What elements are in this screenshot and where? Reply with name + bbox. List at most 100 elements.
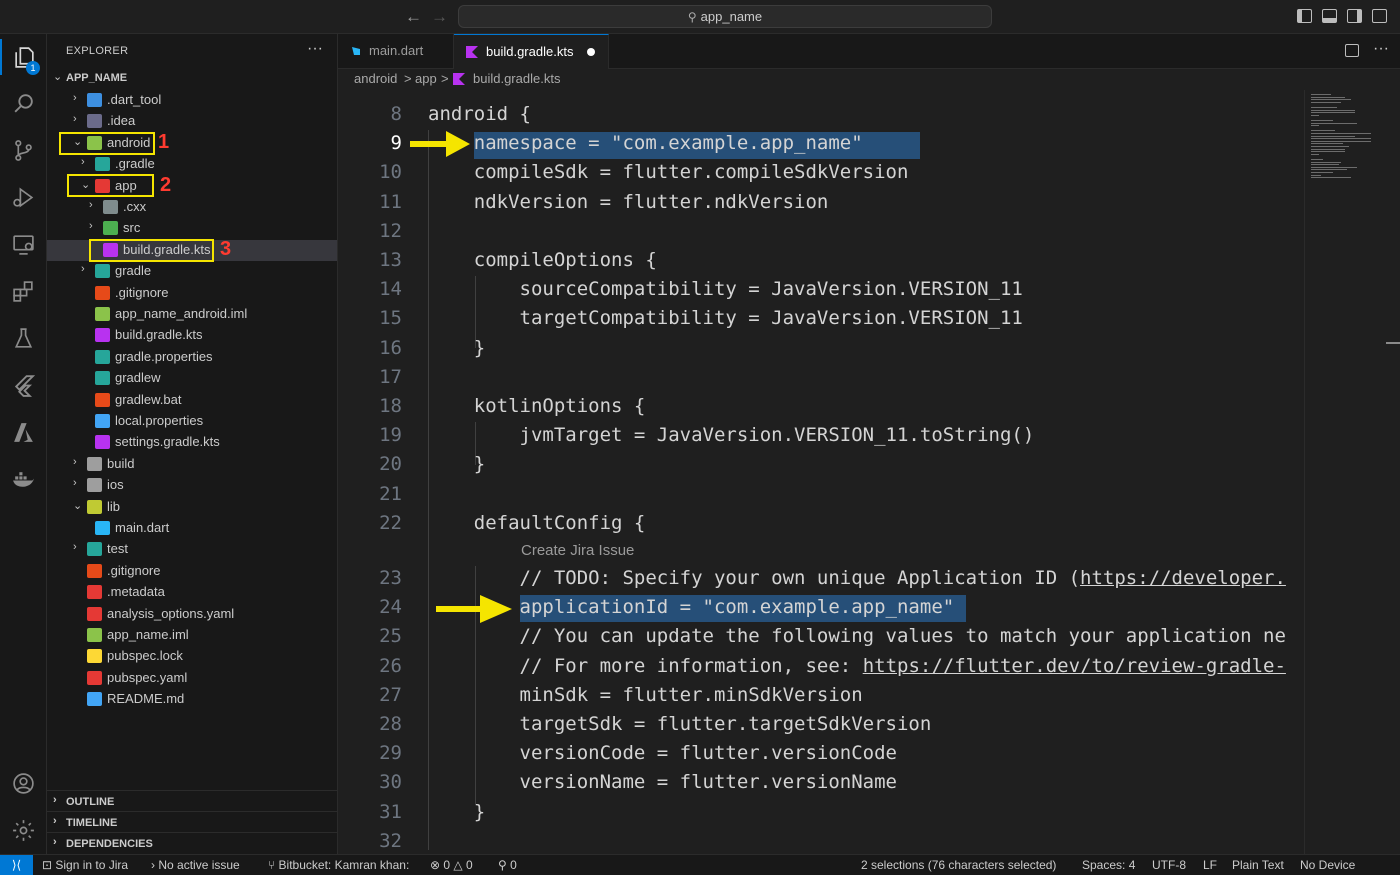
customize-layout-icon[interactable]: [1372, 9, 1387, 23]
code-line[interactable]: versionName = flutter.versionName: [428, 771, 898, 793]
back-arrow-icon[interactable]: ←: [405, 7, 422, 27]
device-status[interactable]: No Device: [1300, 858, 1355, 872]
code-line[interactable]: ndkVersion = flutter.ndkVersion: [428, 191, 829, 213]
tree-item[interactable]: main.dart: [47, 518, 337, 539]
remote-indicator[interactable]: ⟩⟨: [0, 855, 33, 875]
testing-icon[interactable]: [0, 320, 47, 356]
code-line[interactable]: compileOptions {: [428, 249, 657, 271]
editor-more-actions-icon[interactable]: ···: [1373, 40, 1389, 58]
tab-build-gradle-kts[interactable]: build.gradle.kts: [454, 34, 609, 69]
problems-status[interactable]: ⊗ 0 △ 0: [430, 858, 473, 872]
manage-gear-icon[interactable]: [0, 812, 47, 848]
ports-status[interactable]: ⚲ 0: [498, 858, 517, 872]
tree-item[interactable]: gradlew.bat: [47, 390, 337, 411]
toggle-primary-sidebar-icon[interactable]: [1297, 9, 1312, 23]
remote-explorer-icon[interactable]: [0, 226, 47, 262]
code-line[interactable]: // For more information, see: https://fl…: [428, 655, 1286, 677]
code-line[interactable]: sourceCompatibility = JavaVersion.VERSIO…: [428, 278, 1023, 300]
code-link[interactable]: https://developer.: [1080, 567, 1286, 589]
extensions-icon[interactable]: [0, 273, 47, 309]
code-editor[interactable]: 8 android {9 namespace = "com.example.app…: [338, 90, 1400, 854]
code-line[interactable]: // TODO: Specify your own unique Applica…: [428, 567, 1286, 589]
tree-item[interactable]: analysis_options.yaml: [47, 604, 337, 625]
tree-item[interactable]: › .cxx: [47, 197, 337, 218]
tree-item[interactable]: › .dart_tool: [47, 90, 337, 111]
code-line[interactable]: applicationId = "com.example.app_name": [428, 596, 955, 618]
eol-status[interactable]: LF: [1203, 858, 1217, 872]
tree-item[interactable]: › test: [47, 539, 337, 560]
breadcrumb-android[interactable]: android: [354, 71, 397, 86]
tree-item[interactable]: .gitignore: [47, 283, 337, 304]
code-line[interactable]: targetCompatibility = JavaVersion.VERSIO…: [428, 307, 1023, 329]
tree-item[interactable]: .gitignore: [47, 561, 337, 582]
code-line[interactable]: // You can update the following values t…: [428, 625, 1286, 647]
code-line[interactable]: compileSdk = flutter.compileSdkVersion: [428, 161, 909, 183]
docker-icon[interactable]: [0, 461, 47, 497]
tree-item[interactable]: .metadata: [47, 582, 337, 603]
tree-item[interactable]: build.gradle.kts: [47, 239, 337, 261]
code-line[interactable]: namespace = "com.example.app_name": [428, 132, 863, 154]
workspace-root[interactable]: ⌄ APP_NAME: [47, 68, 337, 89]
dependencies-section[interactable]: › DEPENDENCIES: [47, 832, 337, 853]
indentation-status[interactable]: Spaces: 4: [1082, 858, 1135, 872]
tree-item[interactable]: ⌄ app: [47, 176, 337, 197]
encoding-status[interactable]: UTF-8: [1152, 858, 1186, 872]
tree-item[interactable]: local.properties: [47, 411, 337, 432]
more-actions-icon[interactable]: ···: [307, 40, 323, 58]
tree-item[interactable]: › .idea: [47, 111, 337, 132]
breadcrumb-app[interactable]: app: [415, 71, 437, 86]
run-debug-icon[interactable]: [0, 179, 47, 215]
tree-item[interactable]: pubspec.yaml: [47, 668, 337, 689]
tree-item[interactable]: › src: [47, 218, 337, 239]
code-line[interactable]: }: [428, 453, 485, 475]
toggle-panel-icon[interactable]: [1322, 9, 1337, 23]
codelens-create-jira-issue[interactable]: Create Jira Issue: [521, 542, 634, 559]
bitbucket-status[interactable]: ⑂ Bitbucket: Kamran khan:: [268, 858, 409, 872]
tree-item[interactable]: › build: [47, 454, 337, 475]
tree-item[interactable]: › gradle: [47, 261, 337, 282]
tree-item[interactable]: ⌄ android: [47, 133, 337, 154]
tree-item[interactable]: gradle.properties: [47, 347, 337, 368]
timeline-section[interactable]: › TIMELINE: [47, 811, 337, 832]
code-line[interactable]: }: [428, 801, 485, 823]
minimap[interactable]: [1304, 90, 1386, 854]
search-activity-icon[interactable]: [0, 85, 47, 121]
accounts-icon[interactable]: [0, 765, 47, 801]
code-line[interactable]: minSdk = flutter.minSdkVersion: [428, 684, 863, 706]
tree-item[interactable]: pubspec.lock: [47, 646, 337, 667]
toggle-secondary-sidebar-icon[interactable]: [1347, 9, 1362, 23]
scrollbar-marker[interactable]: [1386, 342, 1400, 344]
tree-item[interactable]: settings.gradle.kts: [47, 432, 337, 453]
code-line[interactable]: kotlinOptions {: [428, 395, 646, 417]
azure-icon[interactable]: [0, 414, 47, 450]
tab-main-dart[interactable]: main.dart: [338, 34, 454, 69]
tree-item[interactable]: › ios: [47, 475, 337, 496]
tree-item[interactable]: ⌄ lib: [47, 497, 337, 518]
code-line[interactable]: }: [428, 337, 485, 359]
breadcrumb-file[interactable]: build.gradle.kts: [473, 71, 560, 86]
explorer-activity-icon[interactable]: 1: [0, 39, 47, 75]
flutter-icon[interactable]: [0, 367, 47, 403]
jira-issue[interactable]: › No active issue: [151, 858, 240, 872]
source-control-icon[interactable]: [0, 132, 47, 168]
tree-item[interactable]: › .gradle: [47, 154, 337, 175]
split-editor-icon[interactable]: [1345, 44, 1359, 57]
tree-item[interactable]: gradlew: [47, 368, 337, 389]
code-line[interactable]: jvmTarget = JavaVersion.VERSION_11.toStr…: [428, 424, 1035, 446]
tree-item[interactable]: app_name.iml: [47, 625, 337, 646]
code-line[interactable]: defaultConfig {: [428, 512, 646, 534]
unsaved-dot-icon[interactable]: [587, 48, 595, 56]
code-line[interactable]: android {: [428, 103, 531, 125]
code-line[interactable]: versionCode = flutter.versionCode: [428, 742, 898, 764]
outline-section[interactable]: › OUTLINE: [47, 790, 337, 811]
tree-item[interactable]: README.md: [47, 689, 337, 710]
tree-item[interactable]: app_name_android.iml: [47, 304, 337, 325]
language-mode-status[interactable]: Plain Text: [1232, 858, 1284, 872]
command-center-search[interactable]: ⚲ app_name: [458, 5, 992, 28]
jira-signin[interactable]: ⊡ Sign in to Jira: [42, 858, 128, 872]
forward-arrow-icon[interactable]: →: [431, 7, 448, 27]
tree-item[interactable]: build.gradle.kts: [47, 325, 337, 346]
code-line[interactable]: targetSdk = flutter.targetSdkVersion: [428, 713, 932, 735]
code-link[interactable]: https://flutter.dev/to/review-gradle-: [863, 655, 1286, 677]
selection-status[interactable]: 2 selections (76 characters selected): [861, 858, 1056, 872]
